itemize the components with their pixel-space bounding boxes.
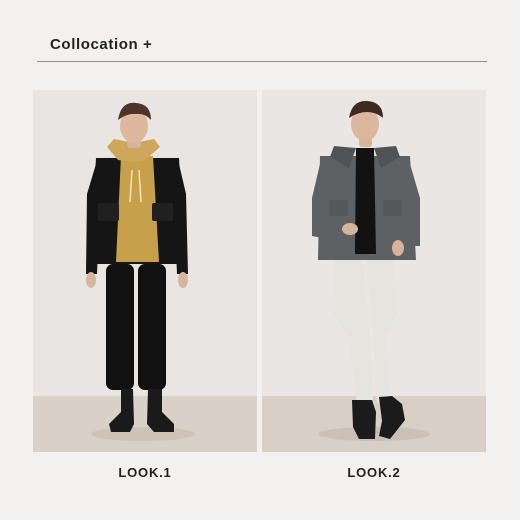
look-2-pocket-right [383,200,402,216]
title-divider [37,61,487,62]
look-1-hand-left [86,272,96,288]
look-1-pocket-right [152,203,173,221]
look-2-hand-left [342,223,358,235]
look-1-pants-right [138,264,166,390]
look-2-illustration [262,90,486,452]
look-1-label: LOOK.1 [118,465,172,480]
look-1-shadow [91,427,195,441]
page-title: Collocation + [50,36,153,53]
look-2-shirt [355,148,376,254]
look-1-floor [33,396,257,452]
look-2-photo [262,90,486,452]
look-1-pocket-left [98,203,119,221]
look-1-hand-right [178,272,188,288]
look-2-hand-right [392,240,404,256]
look-1-photo [33,90,257,452]
look-1-illustration [33,90,257,452]
look-2-pocket-left [329,200,348,216]
look-1-pants-left [106,264,134,390]
look-2-label: LOOK.2 [347,465,401,480]
